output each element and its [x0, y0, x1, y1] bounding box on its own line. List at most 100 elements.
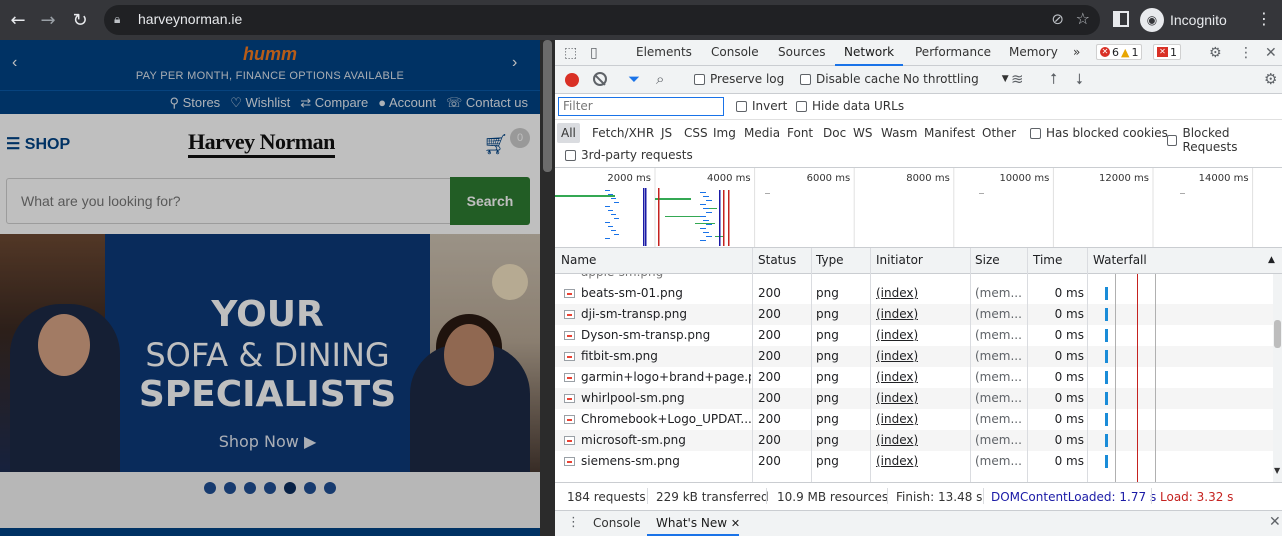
network-settings-icon[interactable]: ⚙: [1264, 70, 1277, 88]
lock-icon[interactable]: 🔒︎: [114, 12, 120, 27]
compare-link[interactable]: ⇄ Compare: [300, 95, 368, 111]
col-waterfall[interactable]: Waterfall: [1093, 253, 1147, 267]
carousel-dot[interactable]: [264, 482, 276, 494]
requests-scrollbar-thumb[interactable]: [1274, 320, 1281, 348]
col-status[interactable]: Status: [758, 253, 796, 267]
column-separator[interactable]: [970, 248, 971, 482]
settings-gear-icon[interactable]: ⚙: [1209, 45, 1222, 61]
clear-button[interactable]: [593, 72, 607, 86]
hide-data-urls-toggle[interactable]: Hide data URLs: [796, 99, 904, 113]
network-conditions-icon[interactable]: ≋: [1011, 70, 1024, 88]
request-initiator[interactable]: (index): [876, 325, 918, 346]
harvey-norman-logo[interactable]: Harvey Norman: [188, 129, 335, 158]
type-wasm[interactable]: Wasm: [877, 123, 921, 143]
console-counts-badge[interactable]: ✕ 6 ▲ 1: [1096, 44, 1143, 60]
more-tabs-icon[interactable]: »: [1073, 45, 1080, 59]
column-separator[interactable]: [1087, 248, 1088, 482]
request-initiator[interactable]: (index): [876, 346, 918, 367]
banner-shop-now[interactable]: Shop Now ▶: [105, 432, 430, 451]
filter-funnel-icon[interactable]: ⏷: [628, 70, 640, 88]
col-initiator[interactable]: Initiator: [876, 253, 923, 267]
stores-link[interactable]: ⚲ Stores: [169, 95, 220, 111]
close-drawer-icon[interactable]: ✕: [1269, 514, 1281, 530]
import-har-icon[interactable]: ⭡: [1050, 70, 1057, 88]
request-initiator[interactable]: (index): [876, 304, 918, 325]
hero-banner[interactable]: YOUR SOFA & DINING SPECIALISTS Shop Now …: [0, 234, 540, 472]
devtools-menu-icon[interactable]: ⋮: [1239, 45, 1253, 61]
carousel-dot[interactable]: [324, 482, 336, 494]
carousel-dot[interactable]: [204, 482, 216, 494]
tab-memory[interactable]: Memory: [1009, 45, 1058, 59]
request-initiator[interactable]: (index): [876, 367, 918, 388]
carousel-dot[interactable]: [224, 482, 236, 494]
tab-sources[interactable]: Sources: [778, 45, 825, 59]
type-all[interactable]: All: [557, 123, 580, 143]
type-doc[interactable]: Doc: [819, 123, 850, 143]
close-tab-icon[interactable]: ✕: [731, 517, 740, 530]
device-toolbar-icon[interactable]: ▯: [590, 45, 598, 61]
third-party-toggle[interactable]: 3rd-party requests: [565, 148, 693, 162]
request-row[interactable]: fitbit-sm.png 200 png (index) (mem... 0 ms: [555, 346, 1273, 367]
account-link[interactable]: ● Account: [378, 95, 436, 110]
address-bar[interactable]: 🔒︎ harveynorman.ie ⊘ ☆: [104, 5, 1100, 35]
close-devtools-icon[interactable]: ✕: [1265, 45, 1277, 61]
col-name[interactable]: Name: [561, 253, 596, 267]
browser-menu-icon[interactable]: ⋮: [1256, 9, 1272, 28]
invert-toggle[interactable]: Invert: [736, 99, 787, 113]
inspect-element-icon[interactable]: ⬚: [564, 45, 577, 61]
search-button[interactable]: Search: [450, 177, 530, 225]
cart-icon[interactable]: 🛒︎: [483, 132, 508, 157]
type-js[interactable]: JS: [657, 123, 676, 143]
request-initiator[interactable]: (index): [876, 430, 918, 451]
carousel-dot[interactable]: [304, 482, 316, 494]
drawer-menu-icon[interactable]: ⋮: [567, 515, 580, 530]
column-separator[interactable]: [811, 248, 812, 482]
wishlist-link[interactable]: ♡ Wishlist: [230, 95, 290, 111]
search-icon[interactable]: ⌕: [656, 70, 664, 88]
type-ws[interactable]: WS: [849, 123, 876, 143]
col-size[interactable]: Size: [975, 253, 1000, 267]
url-text[interactable]: harveynorman.ie: [138, 11, 242, 27]
request-row[interactable]: microsoft-sm.png 200 png (index) (mem... 0 ms: [555, 430, 1273, 451]
scroll-down-icon[interactable]: ▼: [1274, 466, 1280, 475]
promo-next-icon[interactable]: ›: [512, 54, 517, 72]
carousel-dot[interactable]: [284, 482, 296, 494]
request-row[interactable]: siemens-sm.png 200 png (index) (mem... 0 ms: [555, 451, 1273, 472]
hide-data-urls-checkbox[interactable]: [796, 100, 807, 112]
reload-icon[interactable]: ↻: [68, 8, 92, 32]
filter-input[interactable]: Filter: [558, 97, 724, 116]
export-har-icon[interactable]: ⭣: [1076, 70, 1083, 88]
record-button[interactable]: [565, 73, 579, 87]
type-font[interactable]: Font: [783, 123, 817, 143]
bookmark-star-icon[interactable]: ☆: [1076, 9, 1090, 28]
carousel-dot[interactable]: [244, 482, 256, 494]
disable-cache-toggle[interactable]: Disable cache: [800, 72, 900, 86]
type-media[interactable]: Media: [740, 123, 784, 143]
preserve-log-checkbox[interactable]: [694, 73, 705, 85]
issues-badge[interactable]: ✕ 1: [1153, 44, 1181, 60]
network-overview[interactable]: 2000 ms 4000 ms 6000 ms 8000 ms 10000 ms 1200…: [555, 168, 1282, 248]
type-fetch-xhr[interactable]: Fetch/XHR: [588, 123, 658, 143]
tab-console[interactable]: Console: [711, 45, 759, 59]
column-separator[interactable]: [870, 248, 871, 482]
request-row[interactable]: dji-sm-transp.png 200 png (index) (mem... 0 m…: [555, 304, 1273, 325]
requests-scrollbar[interactable]: ▼: [1273, 274, 1282, 482]
blocked-cookies-toggle[interactable]: Has blocked cookies: [1030, 126, 1168, 140]
column-separator[interactable]: [1027, 248, 1028, 482]
tab-elements[interactable]: Elements: [636, 45, 692, 59]
col-time[interactable]: Time: [1033, 253, 1062, 267]
request-row[interactable]: Chromebook+Logo_UPDAT... 200 png (index) (me…: [555, 409, 1273, 430]
tab-network[interactable]: Network: [844, 45, 894, 59]
contact-link[interactable]: ☏ Contact us: [446, 95, 528, 111]
sort-up-icon[interactable]: ▲: [1268, 255, 1275, 265]
request-initiator[interactable]: (index): [876, 409, 918, 430]
incognito-profile[interactable]: ◉ Incognito: [1140, 7, 1227, 33]
request-initiator[interactable]: (index): [876, 283, 918, 304]
forward-arrow-icon[interactable]: →: [36, 8, 60, 32]
type-img[interactable]: Img: [709, 123, 740, 143]
page-scrollbar-thumb[interactable]: [543, 40, 552, 172]
request-row[interactable]: whirlpool-sm.png 200 png (index) (mem... 0 ms: [555, 388, 1273, 409]
drawer-tab-whats-new[interactable]: What's New ✕: [656, 516, 740, 530]
side-panel-icon[interactable]: [1113, 11, 1129, 27]
request-row[interactable]: Dyson-sm-transp.png 200 png (index) (mem... 0…: [555, 325, 1273, 346]
